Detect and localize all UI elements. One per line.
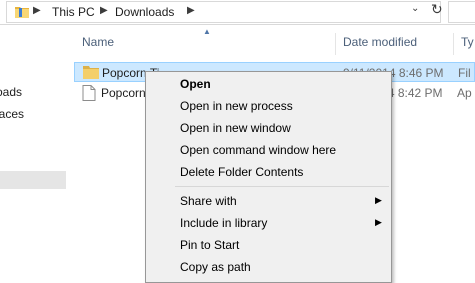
- column-divider[interactable]: [453, 33, 454, 55]
- folder-icon: [15, 6, 29, 21]
- menu-item-label: Share with: [180, 194, 237, 208]
- nav-item-downloads[interactable]: oads: [0, 85, 22, 99]
- menu-item-open[interactable]: Open: [147, 73, 390, 95]
- column-divider[interactable]: [335, 33, 336, 55]
- menu-item-label: Open: [180, 77, 211, 91]
- menu-item-label: Delete Folder Contents: [180, 165, 304, 179]
- file-icon: [82, 85, 96, 104]
- navigation-pane: oads laces: [0, 25, 66, 277]
- menu-item-share-with[interactable]: Share with ▶: [147, 190, 390, 212]
- column-header-date-modified[interactable]: Date modified: [343, 35, 417, 49]
- search-input[interactable]: [448, 1, 475, 23]
- menu-item-open-in-new-window[interactable]: Open in new window: [147, 117, 390, 139]
- refresh-icon[interactable]: ↻: [431, 1, 443, 18]
- menu-item-label: Copy as path: [180, 260, 251, 274]
- breadcrumb-separator-icon[interactable]: ▶: [100, 5, 108, 16]
- column-header-name[interactable]: Name: [82, 35, 114, 49]
- menu-item-delete-folder-contents[interactable]: Delete Folder Contents: [147, 161, 390, 183]
- breadcrumb-separator-icon[interactable]: ▶: [33, 5, 41, 16]
- nav-item-places[interactable]: laces: [0, 107, 24, 121]
- chevron-down-icon[interactable]: ⌄: [411, 3, 419, 14]
- menu-item-open-command-window[interactable]: Open command window here: [147, 139, 390, 161]
- context-menu: Open Open in new process Open in new win…: [145, 71, 392, 283]
- menu-item-copy-as-path[interactable]: Copy as path: [147, 256, 390, 278]
- menu-item-label: Open in new window: [180, 121, 291, 135]
- menu-item-pin-to-start[interactable]: Pin to Start: [147, 234, 390, 256]
- column-header-type[interactable]: Ty: [461, 35, 474, 49]
- menu-item-label: Include in library: [180, 216, 268, 230]
- breadcrumb-this-pc[interactable]: This PC: [52, 5, 95, 19]
- file-type: Fil: [458, 66, 471, 80]
- file-name: Popcorn: [101, 86, 146, 100]
- menu-item-label: Pin to Start: [180, 238, 240, 252]
- menu-item-include-in-library[interactable]: Include in library ▶: [147, 212, 390, 234]
- file-type: Ap: [457, 86, 472, 100]
- breadcrumb-downloads[interactable]: Downloads: [115, 5, 174, 19]
- menu-separator: [175, 186, 389, 187]
- menu-item-label: Open command window here: [180, 143, 337, 157]
- address-box[interactable]: ▶ This PC ▶ Downloads ▶ ⌄ ↻: [6, 1, 443, 23]
- submenu-arrow-icon: ▶: [375, 195, 382, 205]
- folder-icon: [83, 65, 99, 82]
- address-bar: ▶ This PC ▶ Downloads ▶ ⌄ ↻: [0, 0, 475, 25]
- nav-selected-item[interactable]: [0, 171, 66, 189]
- sort-ascending-icon: ▲: [203, 27, 211, 36]
- submenu-arrow-icon: ▶: [375, 217, 382, 227]
- breadcrumb-separator-icon[interactable]: ▶: [187, 5, 195, 16]
- menu-item-open-in-new-process[interactable]: Open in new process: [147, 95, 390, 117]
- menu-item-label: Open in new process: [180, 99, 293, 113]
